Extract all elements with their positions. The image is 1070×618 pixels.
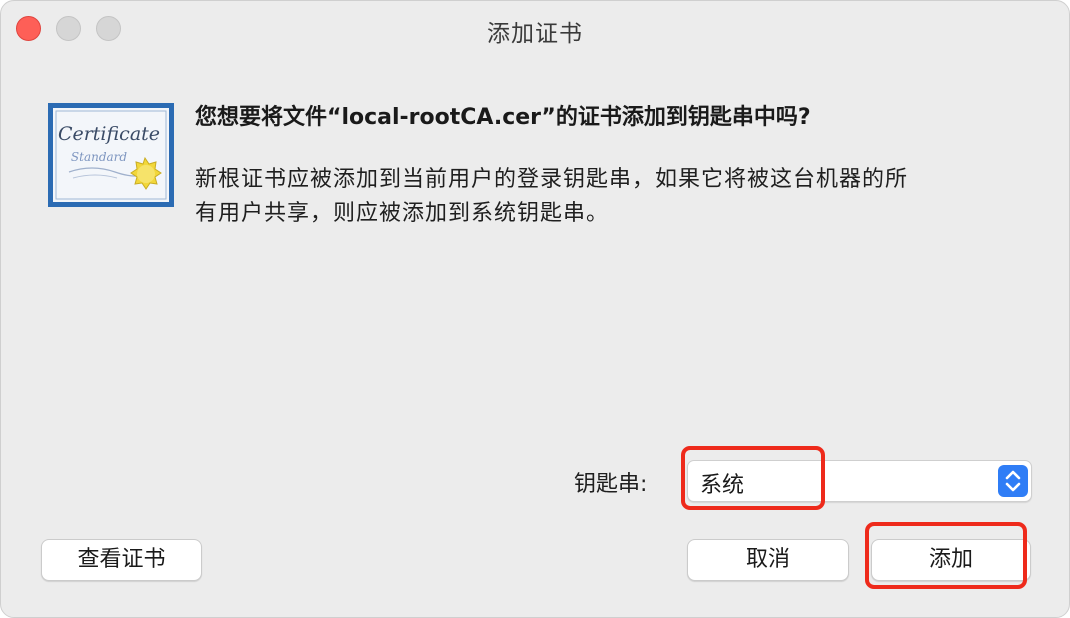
certificate-icon-subtitle: Standard (71, 150, 127, 164)
add-certificate-dialog: 添加证书 Certificate Standard 您想要将文件“local-r… (0, 0, 1070, 618)
keychain-selected-value: 系统 (700, 473, 745, 498)
title-bar: 添加证书 (1, 1, 1069, 57)
description-line-1: 新根证书应被添加到当前用户的登录钥匙串，如果它将被这台机器的所 (195, 167, 909, 192)
dialog-headline: 您想要将文件“local-rootCA.cer”的证书添加到钥匙串中吗? (195, 105, 811, 130)
description-line-2: 有用户共享，则应被添加到系统钥匙串。 (195, 201, 610, 226)
keychain-label: 钥匙串: (574, 472, 648, 497)
keychain-select[interactable]: 系统 (687, 460, 1032, 502)
window-title: 添加证书 (487, 21, 583, 47)
add-button[interactable]: 添加 (871, 539, 1031, 581)
select-stepper-icon (998, 465, 1028, 497)
certificate-icon: Certificate Standard (48, 103, 174, 207)
certificate-icon-title: Certificate (58, 123, 160, 145)
cancel-button[interactable]: 取消 (687, 539, 849, 581)
dialog-description: 新根证书应被添加到当前用户的登录钥匙串，如果它将被这台机器的所 有用户共享，则应… (195, 163, 1035, 231)
view-certificate-button[interactable]: 查看证书 (41, 539, 202, 581)
